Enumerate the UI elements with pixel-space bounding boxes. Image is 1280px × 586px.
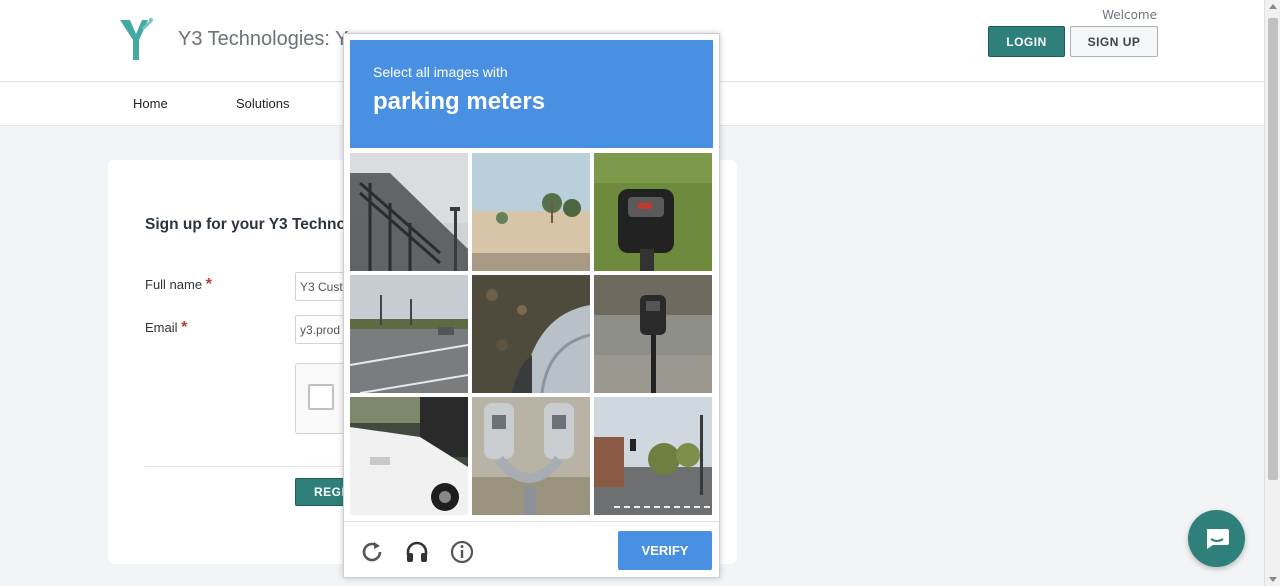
captcha-tile-stairs-lamppost[interactable]	[350, 153, 468, 271]
captcha-challenge: Select all images with parking meters VE…	[343, 33, 720, 578]
nav-item-home[interactable]: Home	[133, 96, 168, 111]
y3-logo-icon[interactable]	[118, 18, 154, 62]
captcha-tile-parking-meter-closeup[interactable]	[594, 153, 712, 271]
captcha-footer-divider	[344, 521, 719, 522]
captcha-tile-wall-palm-trees[interactable]	[472, 153, 590, 271]
captcha-tile-parking-meter-sidewalk[interactable]	[594, 275, 712, 393]
captcha-tile-street-traffic-light[interactable]	[594, 397, 712, 515]
captcha-instruction: Select all images with	[373, 64, 508, 80]
required-mark: *	[181, 319, 188, 336]
page-scrollbar[interactable]	[1264, 0, 1280, 586]
login-button[interactable]: LOGIN	[988, 26, 1065, 57]
fullname-label: Full name *	[145, 276, 212, 294]
nav-item-solutions[interactable]: Solutions	[236, 96, 289, 111]
email-label-text: Email	[145, 320, 178, 335]
welcome-text: Welcome	[1102, 8, 1157, 22]
info-icon[interactable]	[448, 538, 476, 566]
email-label: Email *	[145, 319, 187, 337]
chat-icon[interactable]	[1188, 510, 1245, 567]
audio-icon[interactable]	[403, 538, 431, 566]
scroll-down-icon[interactable]	[1269, 577, 1277, 582]
captcha-object: parking meters	[373, 88, 546, 115]
captcha-tile-street-intersection[interactable]	[350, 275, 468, 393]
brand-title: Y3 Technologies: Y	[178, 28, 349, 50]
captcha-tile-car-leaves[interactable]	[472, 275, 590, 393]
signup-title: Sign up for your Y3 Techno	[145, 216, 346, 233]
captcha-header: Select all images with parking meters	[350, 40, 713, 148]
verify-button[interactable]: VERIFY	[618, 531, 712, 570]
scroll-thumb[interactable]	[1268, 18, 1278, 480]
required-mark: *	[205, 276, 212, 293]
captcha-tile-double-parking-meter[interactable]	[472, 397, 590, 515]
signup-button[interactable]: SIGN UP	[1070, 26, 1158, 57]
fullname-label-text: Full name	[145, 277, 203, 292]
reload-icon[interactable]	[358, 538, 386, 566]
scroll-up-icon[interactable]	[1269, 4, 1277, 9]
recaptcha-checkbox[interactable]	[308, 384, 334, 410]
captcha-tile-white-truck[interactable]	[350, 397, 468, 515]
